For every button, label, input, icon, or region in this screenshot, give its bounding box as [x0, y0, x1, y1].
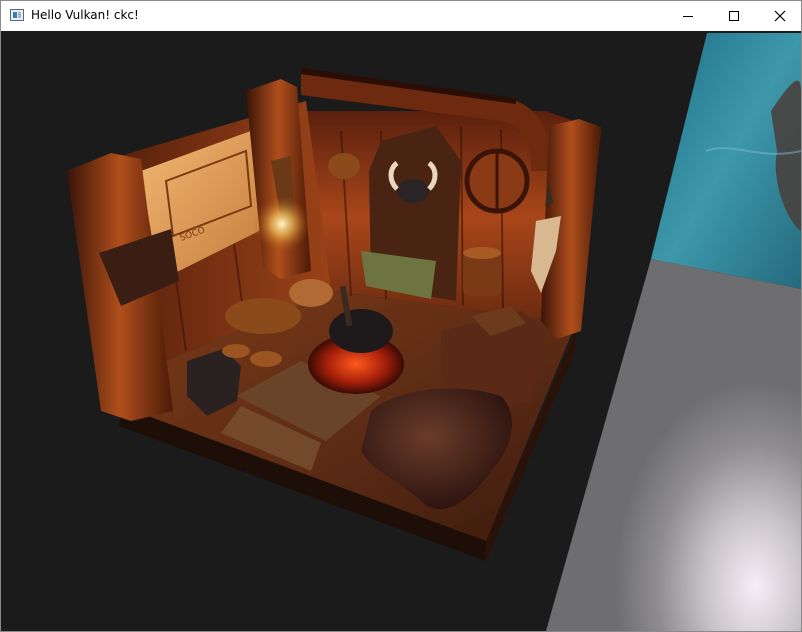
wall-barrel	[328, 153, 360, 179]
window-title: Hello Vulkan! ckc!	[31, 8, 139, 22]
render-viewport[interactable]: SOCO	[1, 31, 801, 631]
table	[225, 298, 301, 334]
torch-light	[254, 196, 310, 252]
maximize-icon	[729, 11, 739, 21]
title-bar[interactable]: Hello Vulkan! ckc!	[1, 1, 801, 31]
minimize-button[interactable]	[665, 1, 711, 31]
app-window-icon	[10, 9, 24, 21]
cauldron	[329, 309, 393, 353]
close-icon	[774, 10, 786, 22]
scene-canvas: SOCO	[1, 31, 801, 631]
minimize-icon	[683, 16, 693, 17]
app-window: Hello Vulkan! ckc! SOCO	[0, 0, 802, 632]
maximize-button[interactable]	[711, 1, 757, 31]
close-button[interactable]	[757, 1, 801, 31]
